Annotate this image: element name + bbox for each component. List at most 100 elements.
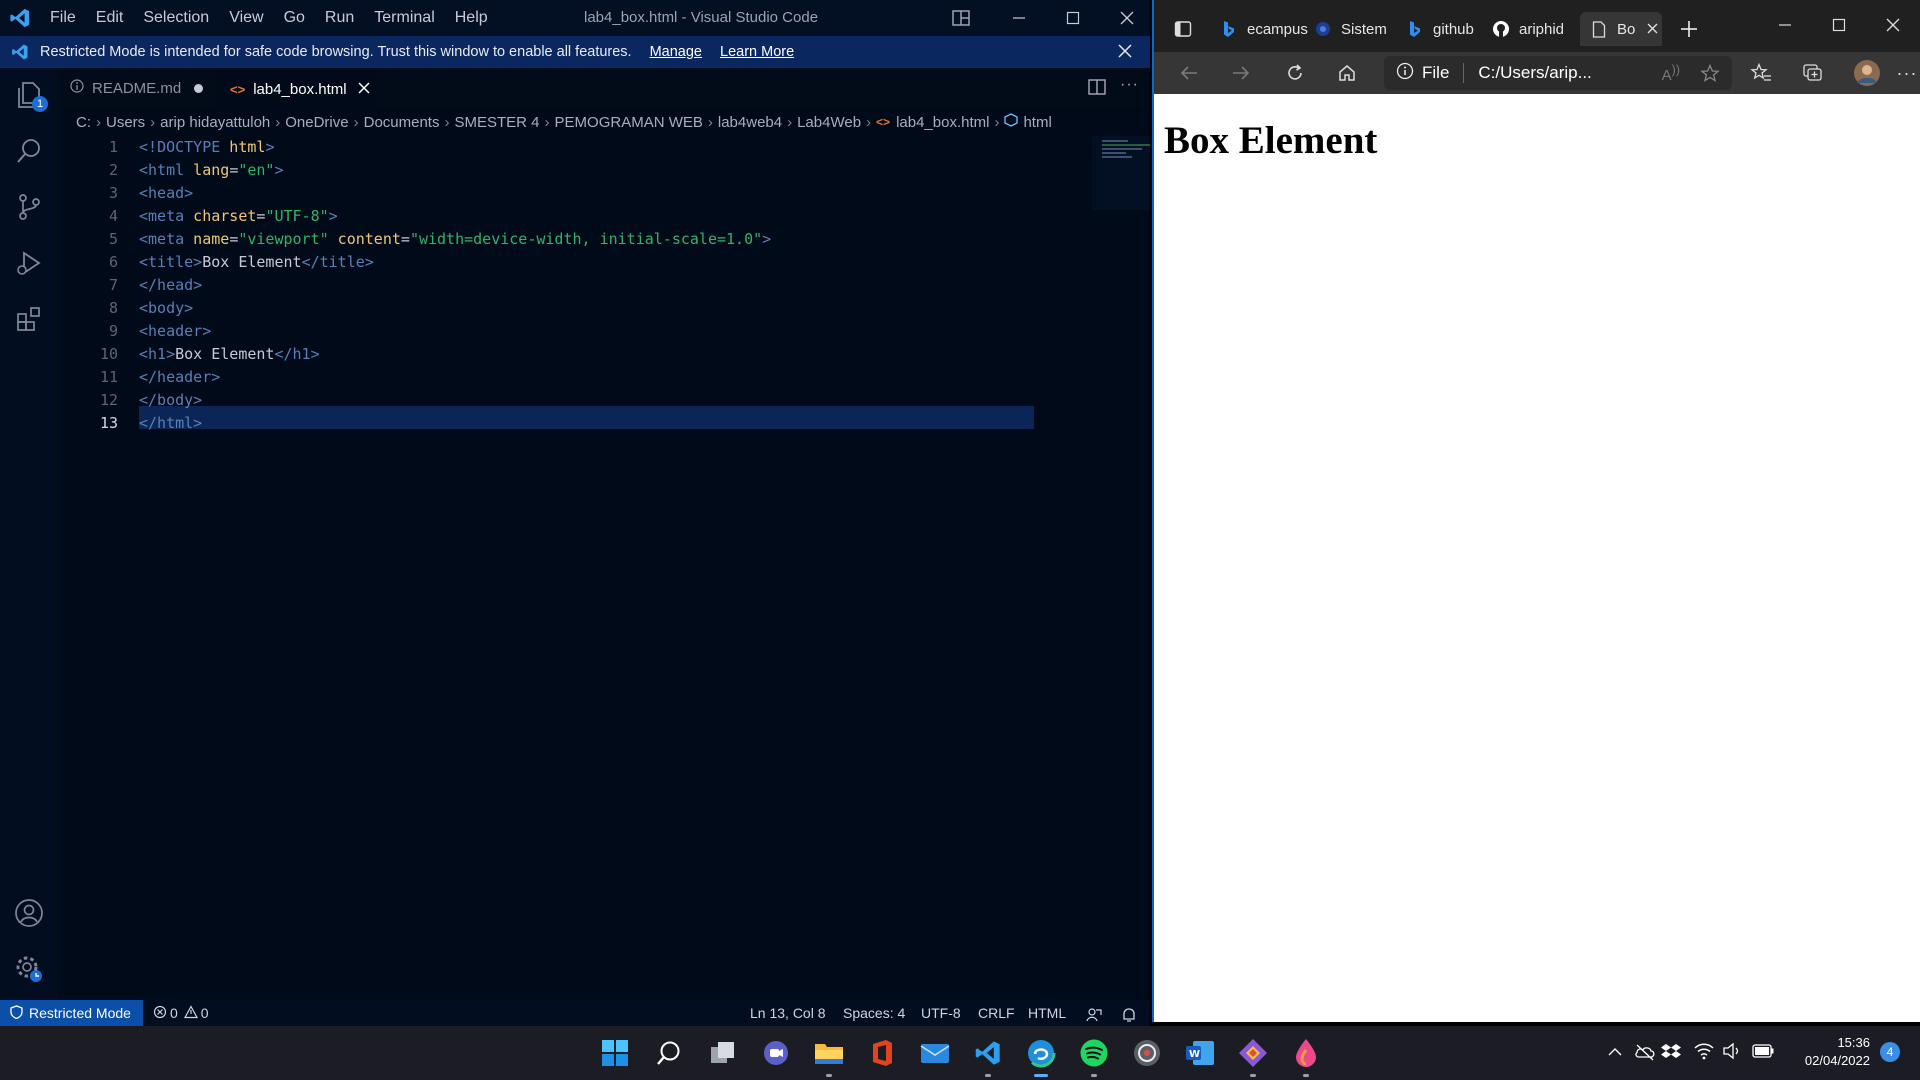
task-view-icon[interactable]: [705, 1035, 741, 1071]
breadcrumb-item[interactable]: SMESTER 4: [454, 114, 539, 131]
minimize-icon[interactable]: [992, 0, 1046, 36]
restricted-mode-banner: Restricted Mode is intended for safe cod…: [0, 36, 1150, 68]
wifi-icon[interactable]: [1694, 1042, 1714, 1065]
feedback-icon[interactable]: [1086, 1005, 1102, 1026]
office-icon[interactable]: [864, 1035, 900, 1071]
browser-tab-sistem[interactable]: Sistem: [1314, 12, 1400, 46]
info-icon[interactable]: [1396, 62, 1414, 85]
notifications-bell-icon[interactable]: [1121, 1005, 1137, 1026]
customize-layout-icon[interactable]: [934, 0, 988, 36]
git-client-icon[interactable]: [1235, 1035, 1271, 1077]
banner-learn-more-link[interactable]: Learn More: [720, 44, 794, 60]
breadcrumb-item[interactable]: Lab4Web: [797, 114, 861, 131]
word-icon[interactable]: W: [1182, 1035, 1218, 1071]
browser-tab-ecampus[interactable]: ecampus: [1220, 12, 1310, 46]
language-mode[interactable]: HTML: [1028, 1000, 1066, 1026]
line-number: 2: [108, 161, 118, 179]
restricted-mode-status[interactable]: Restricted Mode: [0, 1000, 143, 1026]
breadcrumb-item[interactable]: lab4web4: [718, 114, 782, 131]
vscode-logo-icon[interactable]: [0, 0, 40, 36]
refresh-icon[interactable]: [1280, 58, 1310, 88]
favorites-icon[interactable]: [1746, 58, 1776, 88]
menu-help[interactable]: Help: [445, 0, 498, 36]
manage-gear-icon[interactable]: [10, 950, 48, 988]
add-favorite-icon[interactable]: [1700, 63, 1720, 89]
profile-avatar[interactable]: [1852, 58, 1882, 88]
tab-close-icon[interactable]: [358, 81, 370, 98]
problems-status[interactable]: 0 0: [153, 1004, 209, 1022]
unsaved-dot-icon[interactable]: [194, 83, 204, 93]
menu-go[interactable]: Go: [274, 0, 315, 36]
taskbar-clock[interactable]: 15:36 02/04/2022: [1790, 1034, 1870, 1070]
run-debug-icon[interactable]: [10, 244, 48, 282]
accounts-icon[interactable]: [10, 894, 48, 932]
menu-file[interactable]: File: [40, 0, 86, 36]
minimap[interactable]: [1092, 136, 1150, 210]
close-window-icon[interactable]: [1100, 0, 1150, 36]
volume-icon[interactable]: [1722, 1042, 1742, 1065]
explorer-icon[interactable]: 1: [10, 76, 48, 114]
search-icon[interactable]: [10, 132, 48, 170]
banner-close-icon[interactable]: [1118, 44, 1132, 62]
back-arrow-icon[interactable]: [1174, 58, 1204, 88]
tab-actions-icon[interactable]: [1168, 14, 1198, 44]
breadcrumb-item[interactable]: Users: [106, 114, 145, 131]
start-windows-icon[interactable]: [597, 1035, 633, 1071]
read-aloud-icon[interactable]: A)): [1662, 63, 1680, 84]
code-line: 2 <html lang="en">: [58, 159, 1038, 182]
more-actions-icon[interactable]: ···: [1120, 76, 1139, 94]
browser-tab-close-icon[interactable]: [1647, 21, 1658, 38]
browser-tab-github-search[interactable]: github: [1406, 12, 1486, 46]
cursor-position[interactable]: Ln 13, Col 8: [750, 1000, 826, 1026]
search-icon[interactable]: [651, 1035, 687, 1071]
banner-manage-link[interactable]: Manage: [650, 44, 702, 60]
indentation[interactable]: Spaces: 4: [843, 1000, 905, 1026]
breadcrumb-item[interactable]: PEMOGRAMAN WEB: [555, 114, 703, 131]
code-editor[interactable]: 1 <!DOCTYPE html> 2 <html lang="en"> 3 <…: [58, 136, 1150, 1000]
breadcrumb-item[interactable]: C:: [76, 114, 91, 131]
browser-tab-active[interactable]: Bo: [1580, 12, 1662, 46]
address-text[interactable]: C:/Users/arip...: [1478, 63, 1591, 83]
vscode-taskbar-icon[interactable]: [970, 1035, 1006, 1077]
maximize-icon[interactable]: [1046, 0, 1100, 36]
color-picker-drop-icon[interactable]: [1288, 1035, 1324, 1077]
edge-minimize-icon[interactable]: [1770, 10, 1800, 40]
settings-more-icon[interactable]: ···: [1892, 58, 1920, 88]
menu-terminal[interactable]: Terminal: [364, 0, 444, 36]
teams-chat-icon[interactable]: [758, 1035, 794, 1071]
browser-tab-ariphid[interactable]: ariphid: [1492, 12, 1576, 46]
tab-lab4-box[interactable]: <> lab4_box.html: [218, 68, 376, 108]
menu-run[interactable]: Run: [315, 0, 364, 36]
file-explorer-icon[interactable]: [811, 1035, 847, 1077]
menu-view[interactable]: View: [219, 0, 273, 36]
onedrive-offline-icon[interactable]: [1634, 1043, 1656, 1066]
collections-icon[interactable]: [1798, 58, 1828, 88]
address-bar[interactable]: File C:/Users/arip... A)): [1384, 56, 1732, 90]
split-editor-icon[interactable]: [1088, 79, 1106, 100]
breadcrumb-item[interactable]: arip hidayattuloh: [160, 114, 270, 131]
new-tab-plus-icon[interactable]: [1674, 14, 1704, 44]
notification-count-badge[interactable]: 4: [1880, 1042, 1900, 1062]
show-hidden-icons-chevron-icon[interactable]: [1607, 1044, 1623, 1065]
mail-icon[interactable]: [917, 1035, 953, 1071]
tab-readme[interactable]: README.md: [58, 68, 216, 108]
edge-taskbar-icon[interactable]: [1023, 1035, 1059, 1077]
forward-arrow-icon[interactable]: [1226, 58, 1256, 88]
spotify-icon[interactable]: [1076, 1035, 1112, 1077]
line-ending[interactable]: CRLF: [978, 1000, 1015, 1026]
dropbox-icon[interactable]: [1661, 1042, 1681, 1067]
battery-icon[interactable]: [1752, 1044, 1774, 1063]
media-player-icon[interactable]: [1129, 1035, 1165, 1071]
home-icon[interactable]: [1332, 58, 1362, 88]
menu-selection[interactable]: Selection: [133, 0, 219, 36]
source-control-icon[interactable]: [10, 188, 48, 226]
edge-maximize-icon[interactable]: [1824, 10, 1854, 40]
breadcrumb-item[interactable]: lab4_box.html: [896, 114, 989, 131]
edge-close-icon[interactable]: [1878, 10, 1908, 40]
encoding[interactable]: UTF-8: [921, 1000, 961, 1026]
extensions-icon[interactable]: [10, 300, 48, 338]
breadcrumb-item[interactable]: OneDrive: [285, 114, 348, 131]
menu-edit[interactable]: Edit: [86, 0, 134, 36]
breadcrumb-item[interactable]: html: [1023, 114, 1051, 131]
breadcrumb-item[interactable]: Documents: [364, 114, 440, 131]
